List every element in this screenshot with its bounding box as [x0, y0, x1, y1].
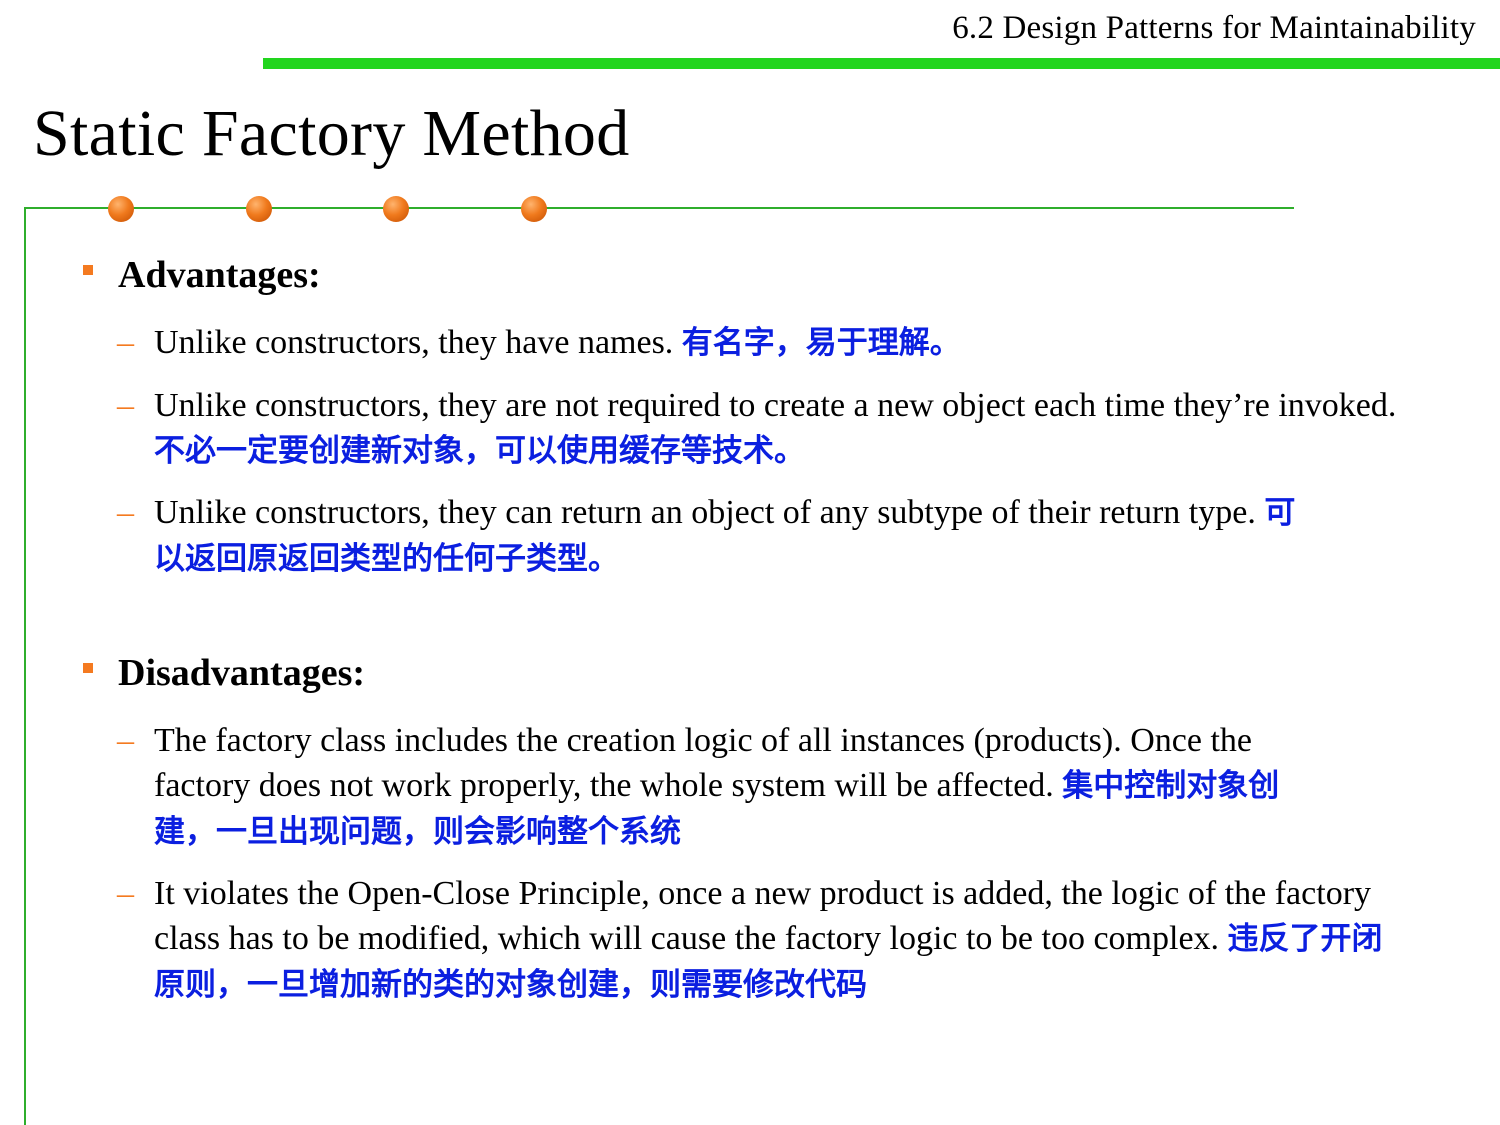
- disadvantages-heading: Disadvantages:: [118, 652, 366, 694]
- item-text-en: It violates the Open-Close Principle, on…: [154, 875, 1372, 957]
- item-text-cn: 有名字，易于理解。: [681, 325, 961, 361]
- frame-left-line: [24, 207, 26, 1125]
- dash-bullet-icon: –: [117, 722, 134, 759]
- frame-top-line: [24, 207, 1294, 209]
- dash-bullet-icon: –: [117, 387, 134, 424]
- decor-dot: [108, 196, 134, 222]
- advantages-heading: Advantages:: [118, 254, 321, 296]
- decor-dot: [246, 196, 272, 222]
- item-text-cn: 不必一定要创建新对象，可以使用缓存等技术。: [154, 433, 805, 469]
- dash-bullet-icon: –: [117, 324, 134, 361]
- square-bullet-icon: [83, 663, 93, 673]
- dash-bullet-icon: –: [117, 875, 134, 912]
- chapter-header: 6.2 Design Patterns for Maintainability: [952, 10, 1476, 46]
- dash-bullet-icon: –: [117, 494, 134, 531]
- slide-title: Static Factory Method: [33, 97, 630, 170]
- item-text-en: Unlike constructors, they have names.: [154, 324, 674, 361]
- item-text-en: Unlike constructors, they can return an …: [154, 494, 1256, 531]
- square-bullet-icon: [83, 265, 93, 275]
- header-rule: [263, 58, 1500, 69]
- decor-dot: [383, 196, 409, 222]
- decor-dot: [521, 196, 547, 222]
- item-text-en: Unlike constructors, they are not requir…: [154, 387, 1397, 424]
